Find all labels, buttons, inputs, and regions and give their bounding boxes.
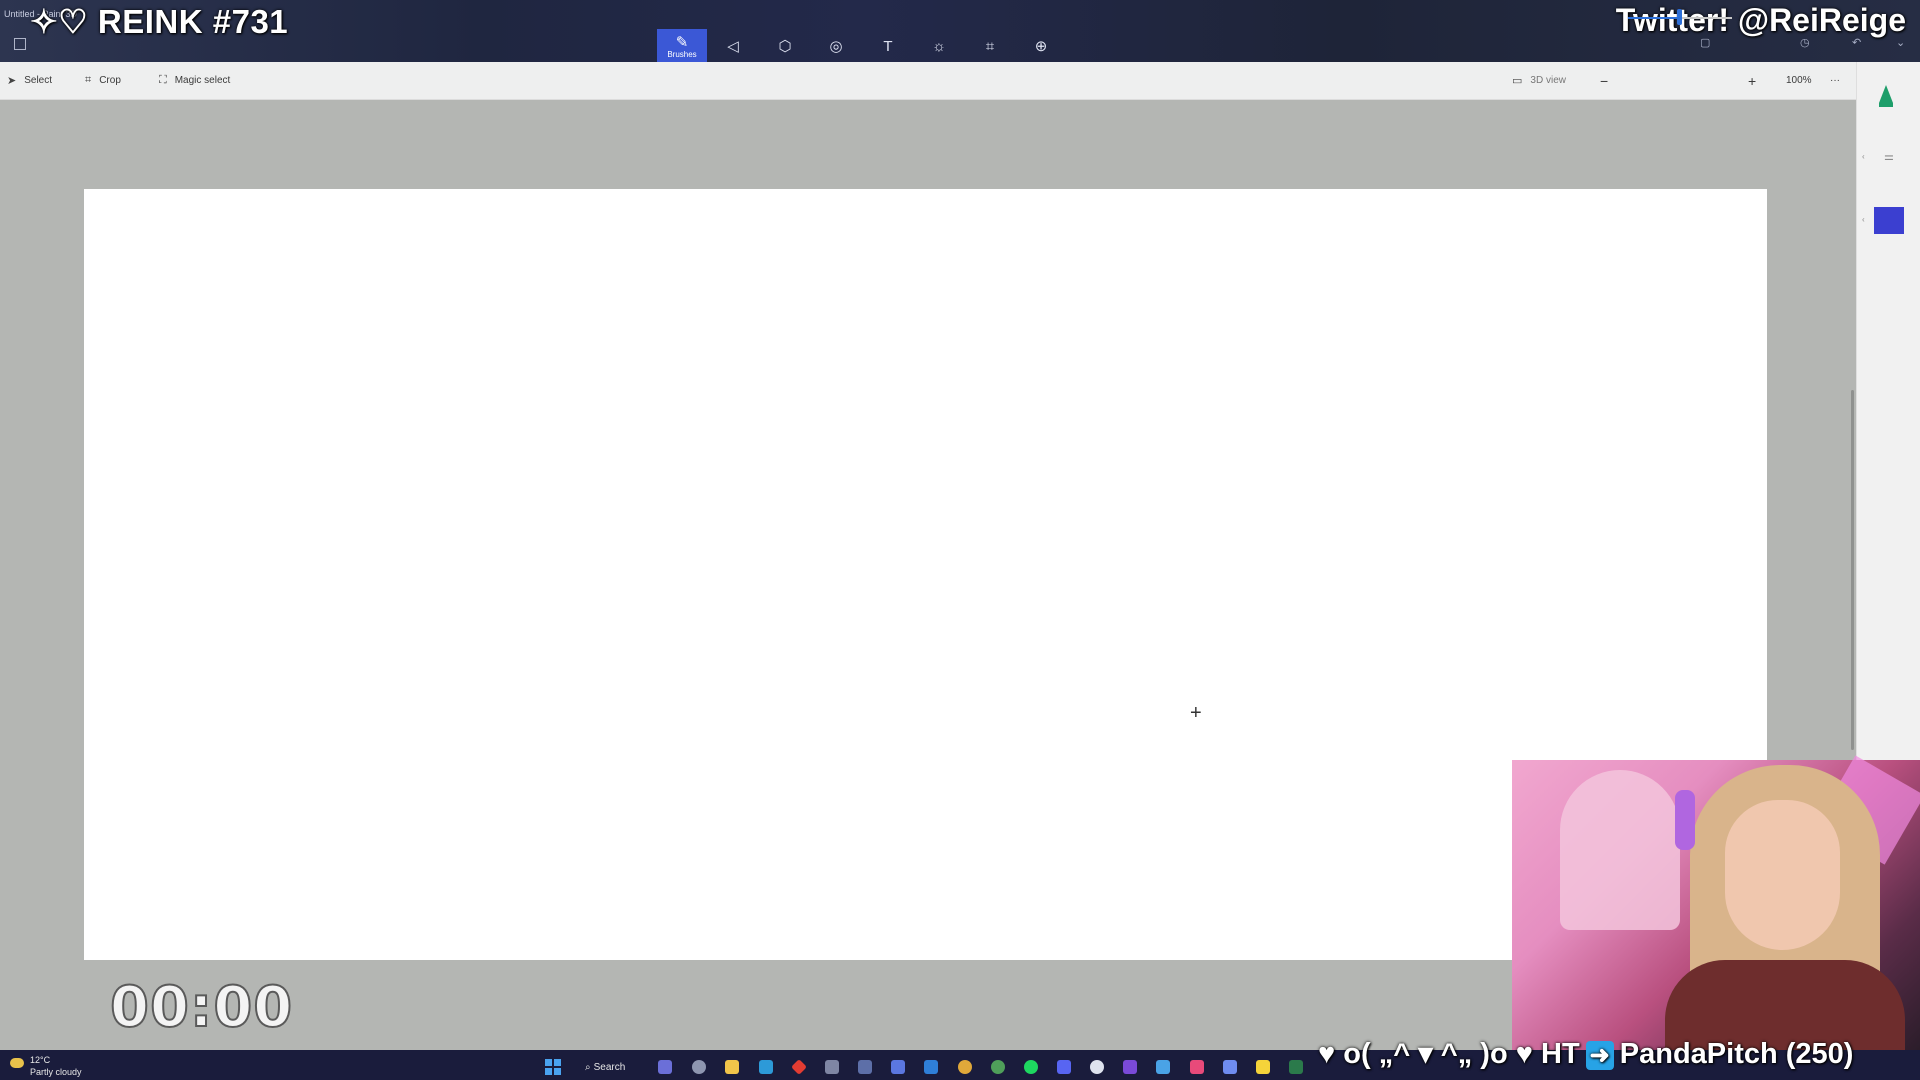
tool-brushes-label: Brushes — [667, 50, 697, 59]
arrow-right-icon: ➜ — [1585, 1040, 1614, 1070]
search-icon: ⌕ — [585, 1061, 591, 1073]
task-view-icon[interactable] — [658, 1060, 672, 1074]
tool-brushes[interactable]: ✎ Brushes — [657, 29, 707, 63]
more-options-button[interactable]: ··· — [1830, 62, 1840, 99]
crop-label: Crop — [99, 75, 121, 86]
file-explorer-icon[interactable] — [725, 1060, 739, 1074]
paste-icon[interactable]: ▢ — [1700, 36, 1710, 49]
paint-3d-icon[interactable] — [891, 1060, 905, 1074]
stickers-icon: ◎ — [829, 38, 843, 55]
marker-brush-icon[interactable] — [1879, 85, 1893, 103]
chevron-down-icon[interactable]: ⌄ — [1896, 36, 1905, 49]
tool-stickers[interactable]: ◎ — [811, 29, 861, 63]
brush-settings-icon[interactable]: ⚌ — [1884, 150, 1894, 163]
tool-2d-shapes[interactable]: ◁ — [708, 29, 758, 63]
history-icon[interactable]: ◷ — [1800, 36, 1810, 49]
app-blue-icon[interactable] — [1156, 1060, 1170, 1074]
weather-icon[interactable] — [10, 1058, 24, 1068]
tool-canvas[interactable]: ⌗ — [965, 29, 1015, 63]
select-label: Select — [24, 75, 53, 86]
twitter-overlay: Twitter! @ReiReige — [1615, 2, 1906, 38]
discord-icon[interactable] — [1057, 1060, 1071, 1074]
minus-icon: − — [1600, 72, 1609, 89]
webcam-streamer-face — [1725, 800, 1840, 950]
app-light-blue-icon[interactable] — [1223, 1060, 1237, 1074]
window-menu-icon[interactable] — [14, 38, 26, 50]
chat-username: PandaPitch (250) — [1619, 1038, 1854, 1070]
chrome-icon[interactable] — [958, 1060, 972, 1074]
calculator-icon[interactable] — [858, 1060, 872, 1074]
webcam-chair — [1560, 770, 1680, 930]
2d-shapes-icon: ◁ — [727, 38, 739, 55]
zoom-in-button[interactable]: + — [1748, 62, 1756, 99]
taskbar-search[interactable]: ⌕ Search — [585, 1058, 637, 1076]
plus-icon: + — [1748, 72, 1757, 89]
weather-temperature[interactable]: 12°C — [30, 1055, 50, 1065]
tool-effects[interactable]: ☼ — [914, 29, 964, 63]
command-bar — [0, 62, 1856, 100]
magic-select-label: Magic select — [174, 75, 231, 86]
excel-icon[interactable] — [1289, 1060, 1303, 1074]
tool-text[interactable]: T — [863, 29, 913, 63]
stream-timer: 00:00 — [109, 974, 294, 1041]
start-button[interactable] — [545, 1059, 561, 1075]
crosshair-cursor-icon: + — [1190, 702, 1202, 724]
3d-view-icon: ▭ — [1512, 75, 1523, 87]
crop-button[interactable]: ⌗ Crop — [85, 62, 121, 99]
chat-message-overlay: ♥ o( „^ ▾ ^„ )o ♥ HT ➜ PandaPitch (250) — [1318, 1036, 1853, 1071]
canvas-icon: ⌗ — [985, 37, 995, 55]
browser-icon[interactable] — [991, 1060, 1005, 1074]
brushes-icon: ✎ — [675, 34, 689, 51]
zoom-level[interactable]: 100% — [1786, 62, 1812, 99]
vertical-scrollbar[interactable] — [1851, 390, 1854, 750]
current-color-swatch[interactable] — [1874, 207, 1904, 234]
stream-title-overlay: ✧♡ REINK #731 — [30, 3, 289, 40]
3d-library-icon: ⊕ — [1034, 38, 1048, 55]
store-icon[interactable] — [759, 1060, 773, 1074]
effects-icon: ☼ — [932, 37, 946, 55]
chevron-left-icon[interactable]: ‹ — [1862, 215, 1865, 224]
weather-condition[interactable]: Partly cloudy — [30, 1067, 82, 1077]
tool-3d-shapes[interactable]: ⬡ — [760, 29, 810, 63]
taskbar-search-label: Search — [593, 1061, 626, 1073]
notepad-icon[interactable] — [924, 1060, 938, 1074]
magic-select-button[interactable]: ⛶ Magic select — [159, 62, 230, 99]
chat-emote-text: ♥ o( „^ ▾ ^„ )o ♥ HT — [1318, 1038, 1580, 1070]
3d-view-toggle[interactable]: ▭ 3D view — [1512, 62, 1566, 99]
sticky-notes-icon[interactable] — [1256, 1060, 1270, 1074]
3d-view-label: 3D view — [1530, 75, 1566, 86]
chevron-left-icon[interactable]: ‹ — [1862, 152, 1865, 161]
webcam-headset — [1675, 790, 1695, 850]
undo-icon[interactable]: ↶ — [1852, 36, 1861, 49]
app-purple-icon[interactable] — [1123, 1060, 1137, 1074]
settings-gear-icon[interactable] — [692, 1060, 706, 1074]
zoom-slider-thumb[interactable] — [1677, 9, 1682, 25]
steam-icon[interactable] — [1090, 1060, 1104, 1074]
tool-3d-library[interactable]: ⊕ — [1016, 29, 1066, 63]
3d-shapes-icon: ⬡ — [778, 38, 792, 55]
select-button[interactable]: ➤ Select — [7, 62, 52, 99]
crop-icon: ⌗ — [85, 74, 92, 86]
select-cursor-icon: ➤ — [7, 75, 17, 87]
camera-icon[interactable] — [825, 1060, 839, 1074]
spotify-icon[interactable] — [1024, 1060, 1038, 1074]
zoom-slider-fill — [1628, 17, 1680, 19]
zoom-out-button[interactable]: − — [1600, 62, 1608, 99]
app-pink-icon[interactable] — [1190, 1060, 1204, 1074]
marker-brush-base — [1879, 103, 1893, 107]
text-icon: T — [883, 37, 893, 55]
magic-select-icon: ⛶ — [159, 74, 167, 86]
